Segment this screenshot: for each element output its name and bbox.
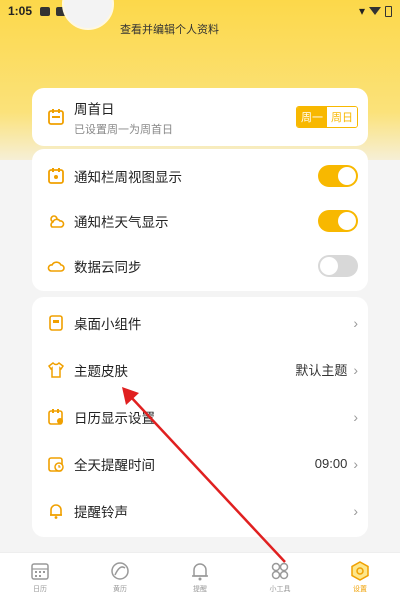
cloud-icon [46,256,66,276]
profile-edit-link[interactable]: 查看并编辑个人资料 [120,21,219,37]
nav-label: 黄历 [113,585,127,593]
status-bar: 1:05 ▾ [0,0,400,22]
week-start-subtitle: 已设置周一为周首日 [74,123,173,136]
calendar-icon [46,166,66,186]
week-start-card: 周首日 已设置周一为周首日 周一 周日 [32,88,368,146]
settings-row-theme[interactable]: 主题皮肤 默认主题 › [32,346,368,393]
calendar-icon [31,562,49,580]
tools-icon [271,562,289,579]
toggle-knob [320,256,338,275]
toggle-card: 通知栏周视图显示 通知栏天气显示 数据云同步 [32,149,368,291]
week-view-toggle[interactable] [318,164,358,187]
week-option-sunday[interactable]: 周日 [327,107,357,127]
nav-almanac[interactable]: 黄历 [90,560,150,594]
settings-icon [351,560,369,581]
chevron-right-icon: › [353,361,358,378]
calendar-icon [46,107,66,127]
settings-row-calendar-display[interactable]: 日历显示设置 › [32,393,368,440]
weather-icon [46,211,66,231]
settings-row-allday-reminder[interactable]: 全天提醒时间 09:00 › [32,440,368,487]
toggle-label: 数据云同步 [74,259,142,275]
bottom-nav: 日历 黄历 提醒 小工具 设置 [0,552,400,600]
chevron-right-icon: › [353,314,358,331]
settings-card: 桌面小组件 › 主题皮肤 默认主题 › 日历显示设置 › 全天提醒时间 09:00… [32,297,368,537]
week-start-title: 周首日 [74,101,115,117]
toggle-label: 通知栏天气显示 [74,214,169,230]
settings-label: 提醒铃声 [74,504,128,520]
week-start-selector[interactable]: 周一 周日 [296,106,358,128]
bell-icon [46,501,66,521]
nav-label: 提醒 [193,585,207,593]
toggle-knob [338,166,356,185]
settings-value: 09:00 [314,456,348,471]
toggle-knob [338,211,356,230]
widget-icon [46,313,66,333]
settings-label: 日历显示设置 [74,410,155,426]
nav-label: 日历 [33,585,47,593]
chevron-right-icon: › [353,408,358,425]
toggle-label: 通知栏周视图显示 [74,169,182,185]
settings-label: 主题皮肤 [74,363,128,379]
nav-tools[interactable]: 小工具 [250,560,310,594]
nav-reminder[interactable]: 提醒 [170,560,230,594]
settings-row-widget[interactable]: 桌面小组件 › [32,299,368,346]
week-start-row[interactable]: 周首日 已设置周一为周首日 周一 周日 [32,88,368,146]
toggle-row-cloud-sync[interactable]: 数据云同步 [32,243,368,288]
chevron-right-icon: › [353,502,358,519]
nav-calendar[interactable]: 日历 [10,560,70,594]
settings-row-ringtone[interactable]: 提醒铃声 › [32,487,368,534]
weather-toggle[interactable] [318,209,358,232]
week-option-monday[interactable]: 周一 [297,107,327,127]
battery-icon [385,5,392,17]
status-time: 1:05 [8,4,33,18]
chevron-right-icon: › [353,455,358,472]
settings-label: 全天提醒时间 [74,457,155,473]
cloud-sync-toggle[interactable] [318,254,358,277]
notification-icon [40,6,51,16]
settings-label: 桌面小组件 [74,316,142,332]
wifi-icon: ▾ [358,4,365,18]
settings-value: 默认主题 [295,363,348,378]
nav-label: 小工具 [269,585,291,593]
bell-icon [192,562,208,580]
almanac-icon [111,561,129,580]
nav-label: 设置 [353,585,367,593]
shirt-icon [46,360,66,380]
calendar-settings-icon [46,407,66,427]
signal-icon [369,7,381,15]
toggle-row-weather[interactable]: 通知栏天气显示 [32,198,368,243]
nav-settings[interactable]: 设置 [330,560,390,594]
toggle-row-week-view[interactable]: 通知栏周视图显示 [32,153,368,198]
clock-icon [46,454,66,474]
